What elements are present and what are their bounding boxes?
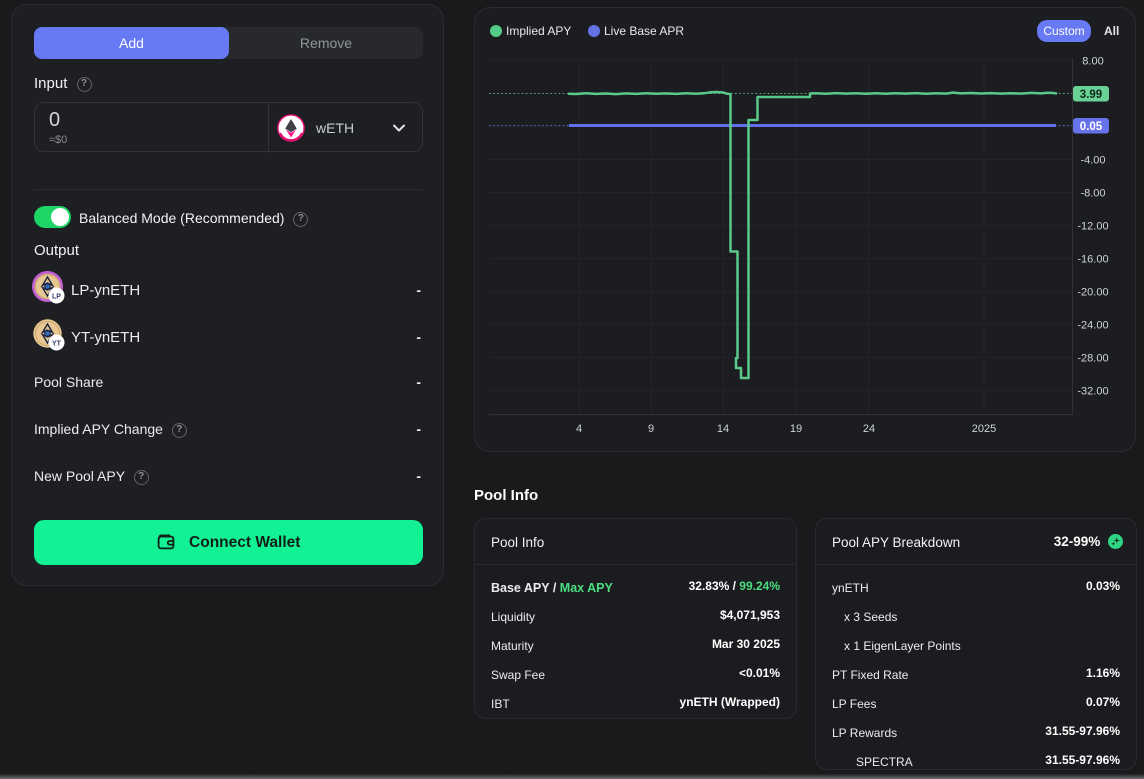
svg-text:0.05: 0.05 bbox=[1080, 121, 1103, 133]
svg-text:24: 24 bbox=[863, 423, 875, 435]
svg-text:-28.00: -28.00 bbox=[1077, 353, 1108, 365]
svg-text:-12.00: -12.00 bbox=[1077, 221, 1108, 233]
svg-text:-8.00: -8.00 bbox=[1080, 188, 1105, 200]
svg-text:-32.00: -32.00 bbox=[1077, 386, 1108, 398]
svg-text:4: 4 bbox=[576, 423, 582, 435]
svg-text:19: 19 bbox=[790, 423, 802, 435]
svg-text:3.99: 3.99 bbox=[1080, 89, 1102, 101]
svg-text:LP: LP bbox=[52, 293, 61, 300]
svg-text:8.00: 8.00 bbox=[1082, 56, 1103, 68]
svg-text:YT: YT bbox=[52, 340, 62, 347]
svg-text:-20.00: -20.00 bbox=[1077, 287, 1108, 299]
svg-text:9: 9 bbox=[648, 423, 654, 435]
svg-text:-16.00: -16.00 bbox=[1077, 254, 1108, 266]
svg-text:-24.00: -24.00 bbox=[1077, 320, 1108, 332]
svg-text:-4.00: -4.00 bbox=[1080, 155, 1105, 167]
svg-text:2025: 2025 bbox=[972, 423, 996, 435]
svg-text:14: 14 bbox=[717, 423, 729, 435]
